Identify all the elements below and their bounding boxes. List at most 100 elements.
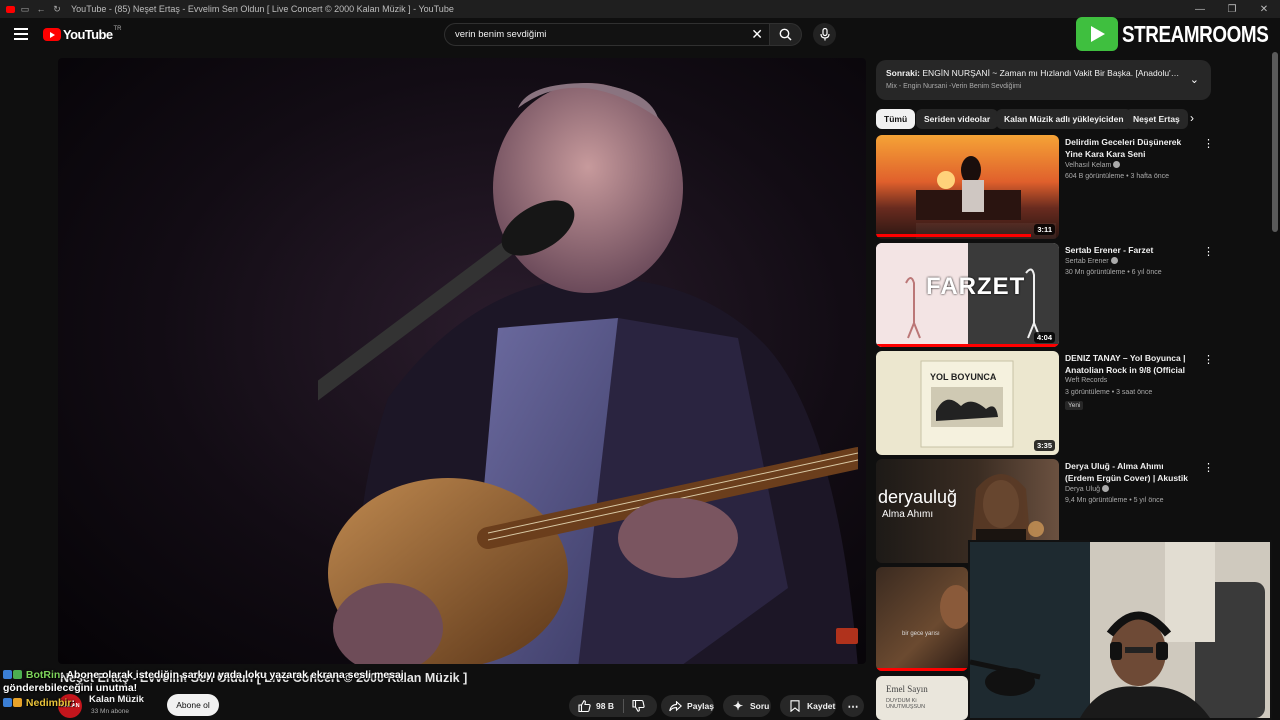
- chat-message: BotRin: Abone olarak istediğin şarkıyı y…: [3, 669, 404, 694]
- more-options-icon[interactable]: ⋮: [1203, 139, 1214, 150]
- webcam-overlay: [968, 540, 1272, 720]
- more-options-icon[interactable]: ⋮: [1203, 355, 1214, 366]
- video-title[interactable]: Delirdim Geceleri Düşünerek Yine Kara Ka…: [1065, 136, 1190, 160]
- search-button[interactable]: [769, 23, 802, 46]
- more-options-icon[interactable]: ⋮: [1203, 463, 1214, 474]
- thumbnail-subtext: Alma Ahımı: [882, 509, 934, 520]
- video-thumbnail[interactable]: bir gece yarısı: [876, 567, 968, 671]
- channel-watermark: [836, 628, 858, 644]
- chat-text: Abone olarak istediğin şarkıyı yada loku…: [3, 669, 404, 694]
- youtube-favicon-icon: [6, 5, 15, 13]
- video-duration: 4:04: [1033, 332, 1055, 343]
- back-icon[interactable]: ←: [35, 4, 47, 14]
- search-input[interactable]: verin benim sevdiğimi: [455, 29, 546, 40]
- streamrooms-text: STREAMROOMS: [1122, 20, 1269, 47]
- more-icon: ⋯: [847, 700, 859, 713]
- sparkle-icon: ✦: [732, 699, 744, 713]
- save-button[interactable]: Kaydet: [780, 695, 836, 717]
- voice-search-button[interactable]: [813, 23, 836, 46]
- bookmark-icon: [788, 699, 802, 713]
- thumbnail-text: YOL BOYUNCA: [930, 372, 997, 382]
- maximize-icon[interactable]: ❐: [1216, 4, 1248, 15]
- sidebar-toggle-icon[interactable]: ▭: [19, 4, 31, 14]
- video-channel[interactable]: Velhasıl Kelam: [1065, 161, 1121, 169]
- thumbnail-subcaption: DUYDUM Ki UNUTMUŞSUN: [886, 698, 926, 710]
- video-meta: 3 görüntüleme • 3 saat önce: [1065, 389, 1153, 396]
- up-next-subtitle: Mix - Engin Nursani -Verin Benim Sevdiği…: [886, 83, 1022, 90]
- chat-badge-icon: [3, 698, 12, 707]
- share-label: Paylaş: [687, 701, 714, 711]
- video-thumbnail[interactable]: FARZET 4:04: [876, 243, 1059, 347]
- chat-username: BotRin: [25, 669, 61, 681]
- up-next-title: ENGİN NURŞANİ ~ Zaman mı Hızlandı Vakit …: [922, 68, 1181, 78]
- chevron-right-icon[interactable]: ›: [1190, 111, 1194, 125]
- up-next-panel[interactable]: Sonraki: ENGİN NURŞANİ ~ Zaman mı Hızlan…: [876, 60, 1211, 100]
- clear-search-icon[interactable]: ✕: [751, 27, 763, 41]
- video-channel[interactable]: Derya Uluğ: [1065, 485, 1110, 493]
- close-window-icon[interactable]: ✕: [1248, 4, 1280, 15]
- verified-icon: [1113, 161, 1121, 168]
- video-meta: 9,4 Mn görüntüleme • 5 yıl önce: [1065, 497, 1164, 504]
- thumbnail-text: FARZET: [926, 273, 1026, 300]
- chip-series[interactable]: Seriden videolar: [916, 109, 999, 129]
- recommendation-item[interactable]: FARZET 4:04 Sertab Erener - Farzet Serta…: [876, 243, 1214, 347]
- menu-icon[interactable]: [14, 28, 28, 40]
- like-divider: [622, 699, 624, 713]
- ask-label: Soru: [750, 701, 770, 711]
- sunset-thumbnail-art: [876, 156, 1056, 239]
- video-thumbnail[interactable]: 3:11: [876, 135, 1059, 239]
- video-meta: 604 B görüntüleme • 3 hafta önce: [1065, 173, 1170, 180]
- chat-username: Nedimbir: [25, 697, 72, 709]
- chip-uploader[interactable]: Kalan Müzik adlı yükleyiciden: [996, 109, 1132, 129]
- sidebar-scrollbar[interactable]: [1272, 52, 1278, 232]
- youtube-logo[interactable]: YouTube TR: [43, 25, 122, 42]
- streamer-webcam-image: [970, 542, 1270, 718]
- save-label: Kaydet: [807, 701, 836, 711]
- minimize-icon[interactable]: —: [1184, 4, 1216, 15]
- thumbnail-caption: bir gece yarısı: [902, 631, 940, 637]
- filter-chips: Tümü Seriden videolar Kalan Müzik adlı y…: [876, 109, 1206, 129]
- screen: { "browser": { "tab_title": "YouTube - (…: [0, 0, 1280, 720]
- video-channel[interactable]: Sertab Erener: [1065, 257, 1118, 265]
- video-meta: 30 Mn görüntüleme • 6 yıl önce: [1065, 269, 1162, 276]
- up-next-title-line: Sonraki: ENGİN NURŞANİ ~ Zaman mı Hızlan…: [886, 68, 1181, 78]
- search-box[interactable]: verin benim sevdiğimi ✕: [444, 23, 772, 46]
- verified-icon: [1110, 257, 1118, 264]
- streamrooms-play-icon: [1076, 17, 1118, 51]
- chip-neset-ertas[interactable]: Neşet Ertaş: [1125, 109, 1188, 129]
- thumbnail-text: deryauluğ: [878, 487, 958, 507]
- verified-icon: [1102, 485, 1110, 492]
- more-options-icon[interactable]: ⋮: [1203, 247, 1214, 258]
- partial-thumbnail-art: [876, 585, 968, 671]
- chat-badge-icon: [13, 670, 22, 679]
- recommendation-item[interactable]: 3:11 Delirdim Geceleri Düşünerek Yine Ka…: [876, 135, 1214, 239]
- video-title[interactable]: DENIZ TANAY – Yol Boyunca | Anatolian Ro…: [1065, 352, 1190, 376]
- video-title[interactable]: Derya Uluğ - Alma Ahımı (Erdem Ergün Cov…: [1065, 460, 1190, 484]
- chip-all[interactable]: Tümü: [876, 109, 916, 129]
- share-icon: [669, 699, 683, 713]
- thumbnail-caption: Emel Sayın: [886, 684, 928, 694]
- up-next-label: Sonraki:: [886, 68, 921, 78]
- recommendation-item[interactable]: YOL BOYUNCA 3:35 DENIZ TANAY – Yol Boyun…: [876, 351, 1214, 455]
- new-badge: Yeni: [1065, 401, 1084, 410]
- video-title[interactable]: Sertab Erener - Farzet: [1065, 244, 1190, 256]
- logo-text: YouTube: [63, 27, 113, 42]
- ask-button[interactable]: ✦ Soru: [723, 695, 771, 717]
- chevron-down-icon[interactable]: ⌄: [1190, 73, 1199, 86]
- like-icon[interactable]: [577, 699, 591, 713]
- more-actions-button[interactable]: ⋯: [842, 695, 864, 717]
- album-cover-thumbnail-art: [920, 360, 1014, 448]
- stream-chat-overlay: BotRin: Abone olarak istediğin şarkıyı y…: [3, 669, 453, 710]
- video-thumbnail[interactable]: YOL BOYUNCA 3:35: [876, 351, 1059, 455]
- country-code: TR: [113, 25, 122, 32]
- share-button[interactable]: Paylaş: [661, 695, 714, 717]
- like-dislike-group: 98 B: [569, 695, 657, 717]
- video-player[interactable]: [58, 58, 866, 664]
- reload-icon[interactable]: ↻: [51, 4, 63, 14]
- dislike-icon[interactable]: [632, 699, 646, 713]
- microphone-icon: [819, 28, 830, 41]
- video-channel[interactable]: Weft Records: [1065, 377, 1107, 384]
- streamrooms-logo: STREAMROOMS: [1076, 15, 1280, 53]
- like-count[interactable]: 98 B: [596, 701, 614, 711]
- video-thumbnail[interactable]: Emel Sayın DUYDUM Ki UNUTMUŞSUN: [876, 676, 968, 720]
